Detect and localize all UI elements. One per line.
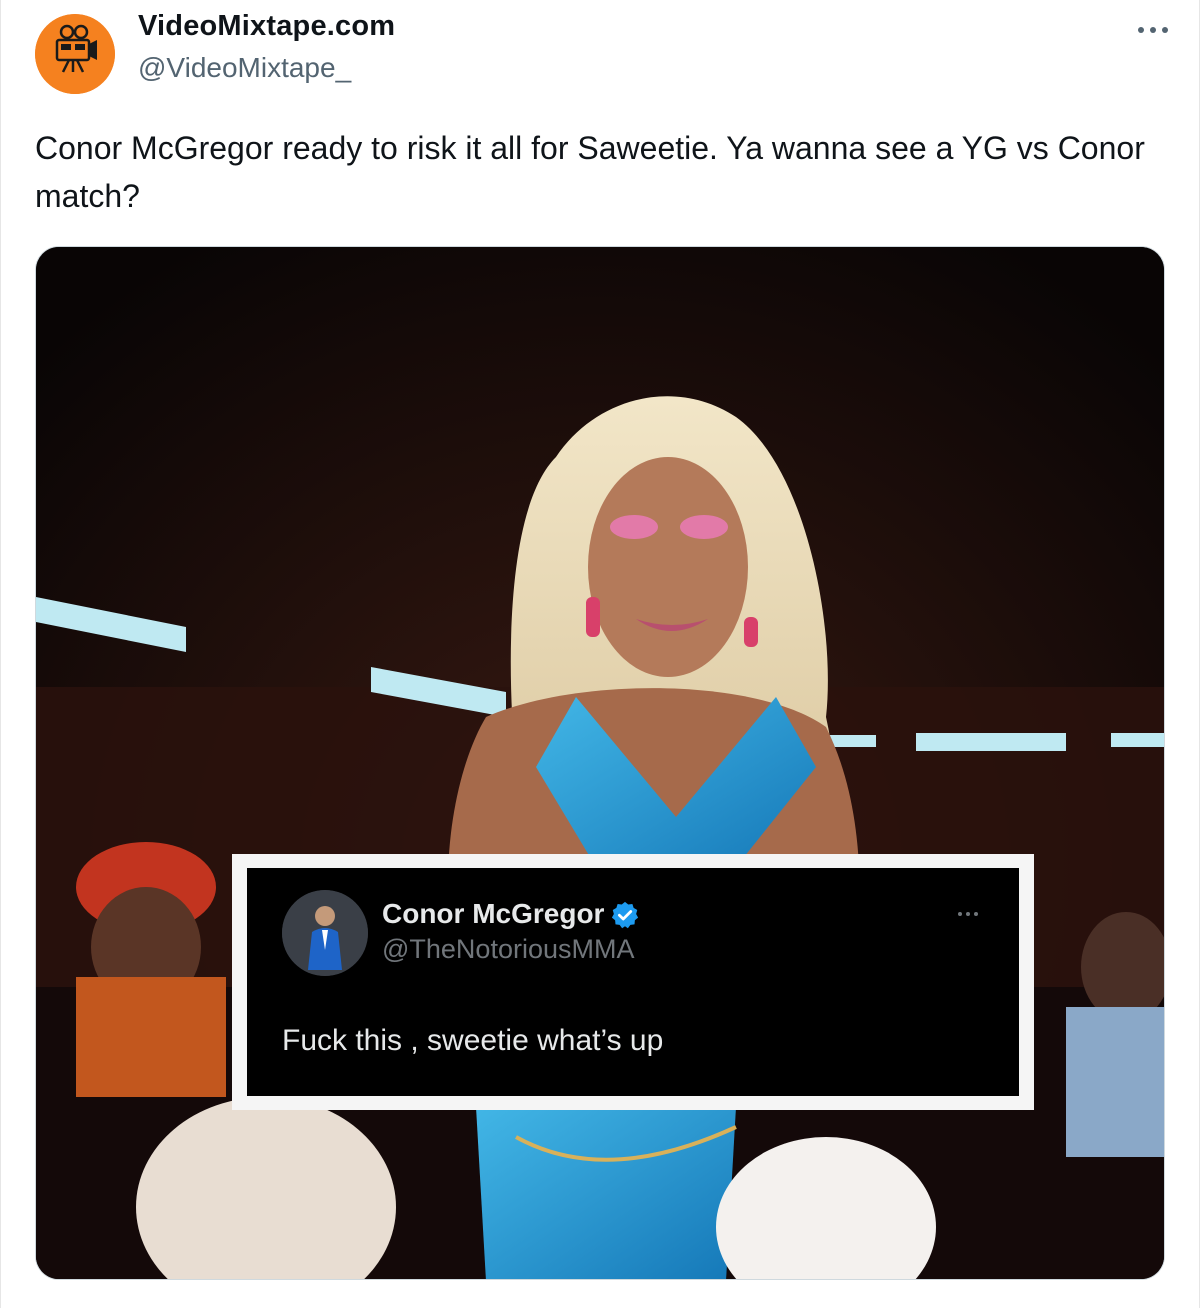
embedded-tweet-display-name: Conor McGregor (382, 898, 605, 929)
tweet: VideoMixtape.com @VideoMixtape_ Conor Mc… (0, 0, 1200, 1308)
embedded-tweet-avatar (282, 890, 368, 976)
more-options-button[interactable] (1133, 12, 1173, 48)
arena-photo (36, 247, 1164, 1279)
embedded-tweet-text: Fuck this , sweetie what’s up (282, 1024, 664, 1057)
handle[interactable]: @VideoMixtape_ (138, 52, 351, 84)
verified-badge-icon (611, 901, 639, 929)
display-name[interactable]: VideoMixtape.com (138, 10, 395, 43)
tweet-text: Conor McGregor ready to risk it all for … (35, 130, 1145, 214)
embedded-tweet-more-icon (951, 902, 985, 926)
embedded-tweet-handle: @TheNotoriousMMA (382, 934, 635, 964)
more-horizontal-icon (1138, 27, 1144, 33)
avatar[interactable] (35, 14, 115, 94)
person-avatar-icon (282, 890, 368, 976)
tweet-media-image[interactable] (35, 246, 1165, 1280)
film-camera-logo-icon (35, 14, 115, 94)
